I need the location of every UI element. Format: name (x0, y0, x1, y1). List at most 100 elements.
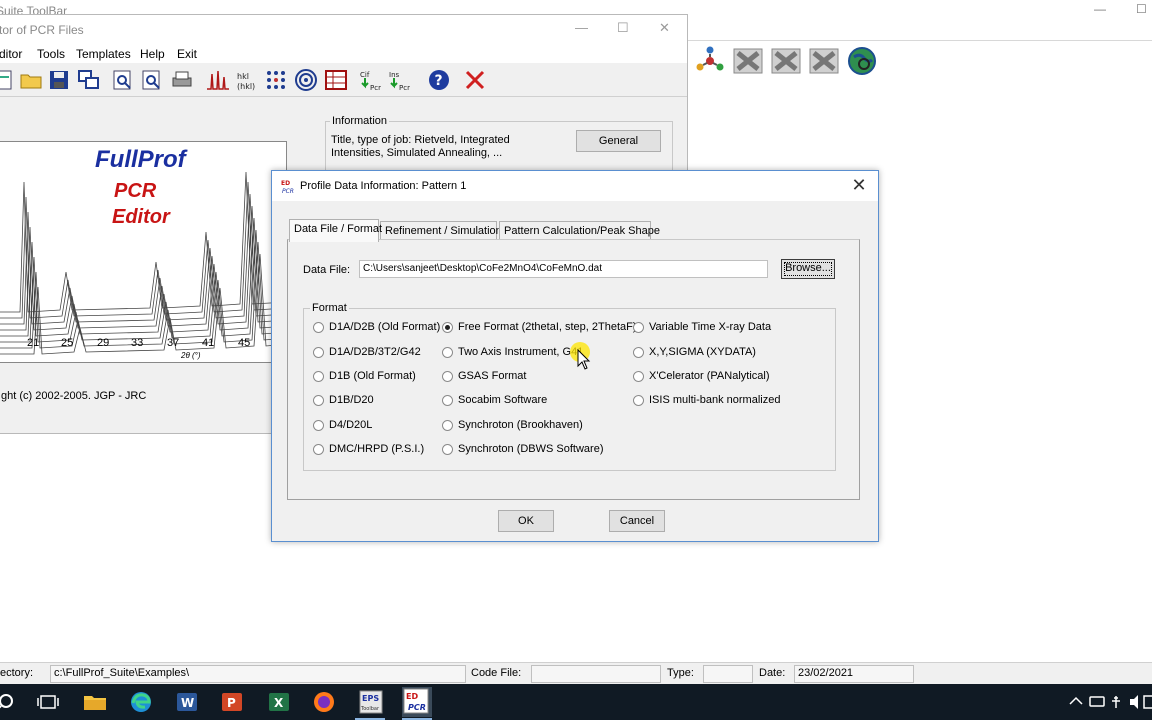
help-icon[interactable]: ? (427, 68, 451, 92)
svg-text:(hkl): (hkl) (237, 82, 255, 91)
file-explorer-icon[interactable] (81, 688, 109, 716)
close-icon[interactable]: ✕ (846, 174, 872, 198)
windows-icon[interactable] (77, 68, 101, 92)
pcr-editor-titlebar: tor of PCR Files — ☐ ✕ (0, 15, 687, 43)
globe-icon[interactable] (846, 45, 878, 77)
menu-tools[interactable]: Tools (37, 47, 65, 61)
hkl-icon[interactable]: hkl (hkl) (235, 68, 259, 92)
format-group: Format D1A/D2B (Old Format) D1A/D2B/3T2/… (303, 302, 836, 471)
maximize-icon[interactable]: ☐ (1136, 2, 1147, 16)
tab-refinement-simulation[interactable]: Refinement / Simulation (380, 221, 502, 241)
menu-help[interactable]: Help (140, 47, 165, 61)
minimize-icon[interactable]: — (575, 20, 588, 35)
ins-pcr-icon[interactable]: Ins Pcr (388, 68, 412, 92)
data-file-input[interactable]: C:\Users\sanjeet\Desktop\CoFe2MnO4\CoFeM… (359, 260, 768, 278)
edge-icon[interactable] (127, 688, 155, 716)
svg-text:Toolbar: Toolbar (360, 706, 380, 712)
browse-button[interactable]: Browse... (781, 259, 835, 279)
radio-dot (313, 444, 324, 455)
radio-dot (313, 420, 324, 431)
code-file-label: Code File: (471, 667, 522, 679)
svg-text:Cif: Cif (360, 71, 370, 79)
menu-editor[interactable]: ditor (0, 47, 22, 61)
radio-label: D4/D20L (329, 419, 373, 431)
network-icon (1112, 696, 1120, 708)
date-label: Date: (759, 667, 786, 679)
radio-label: Synchroton (Brookhaven) (458, 419, 583, 431)
maximize-icon[interactable]: ☐ (617, 20, 629, 36)
suite-divider (688, 40, 1152, 41)
axis-tick: 45 (238, 337, 251, 349)
radio-dot (442, 444, 453, 455)
powerpoint-icon[interactable]: P (218, 688, 246, 716)
eps-toolbar-icon[interactable]: EPS Toolbar (357, 688, 385, 716)
radio-label: D1A/D2B (Old Format) (329, 321, 441, 333)
excel-icon[interactable]: X (265, 688, 293, 716)
radio-label: Synchroton (DBWS Software) (458, 443, 604, 455)
svg-text:Pcr: Pcr (399, 84, 410, 92)
radio-label: Socabim Software (458, 394, 548, 406)
battery-icon (1089, 696, 1105, 707)
exit-icon[interactable] (463, 68, 487, 92)
axis-tick: 37 (167, 337, 180, 349)
printer-icon[interactable] (170, 68, 194, 92)
open-folder-icon[interactable] (19, 68, 43, 92)
atoms-icon[interactable] (694, 45, 726, 77)
pcr-menubar: ditor Tools Templates Help Exit (0, 43, 687, 63)
axis-tick: 41 (202, 337, 215, 349)
svg-text:Ins: Ins (389, 71, 400, 79)
svg-text:hkl: hkl (237, 72, 249, 81)
suite-window-controls: — ☐ (1072, 0, 1152, 22)
pcr-toolbar: hkl (hkl) Cif Pcr Ins Pcr ? (0, 63, 687, 97)
format-legend: Format (310, 302, 349, 314)
word-icon[interactable]: W (173, 688, 201, 716)
radio-label: X,Y,SIGMA (XYDATA) (649, 346, 756, 358)
firefox-icon[interactable] (310, 688, 338, 716)
rings-icon[interactable] (294, 68, 318, 92)
suite-toolbar-icons (694, 44, 878, 78)
directory-label: ectory: (0, 667, 34, 679)
radio-label: D1B (Old Format) (329, 370, 416, 382)
radio-label: ISIS multi-bank normalized (649, 394, 781, 406)
new-file-icon[interactable] (0, 68, 17, 92)
zoom-file-icon[interactable] (140, 68, 164, 92)
tool-x-icon[interactable] (808, 45, 840, 77)
fullprof-logo-panel: FullProf PCR Editor (0, 141, 287, 363)
lattice-icon[interactable] (264, 68, 288, 92)
search-icon[interactable] (0, 688, 22, 716)
directory-value: c:\FullProf_Suite\Examples\ (54, 667, 190, 679)
svg-text:ED: ED (406, 692, 418, 701)
radio-dot (442, 395, 453, 406)
general-button[interactable]: General (576, 130, 661, 152)
table-icon[interactable] (324, 68, 348, 92)
cancel-button[interactable]: Cancel (609, 510, 665, 532)
taskbar: W P X EPS Toolbar ED PCR (0, 684, 1152, 720)
minimize-icon[interactable]: — (1094, 2, 1106, 16)
cif-pcr-icon[interactable]: Cif Pcr (359, 68, 383, 92)
zoom-pcr-icon[interactable] (111, 68, 135, 92)
tool-x-icon[interactable] (770, 45, 802, 77)
volume-icon (1130, 695, 1138, 709)
svg-text:PCR: PCR (282, 188, 294, 194)
radio-label: GSAS Format (458, 370, 527, 382)
close-icon[interactable]: ✕ (659, 20, 670, 36)
task-view-icon[interactable] (34, 688, 62, 716)
logo-editor-text: Editor (112, 206, 170, 228)
svg-text:EPS: EPS (362, 694, 379, 703)
code-file-field (531, 665, 661, 683)
tool-x-icon[interactable] (732, 45, 764, 77)
ed-pcr-icon[interactable]: ED PCR (402, 687, 432, 717)
pattern-plot-icon[interactable] (206, 68, 230, 92)
svg-text:P: P (227, 696, 236, 710)
save-icon[interactable] (47, 68, 71, 92)
svg-text:ED: ED (281, 180, 290, 187)
menu-exit[interactable]: Exit (177, 47, 197, 61)
menu-templates[interactable]: Templates (76, 47, 131, 61)
ok-button[interactable]: OK (498, 510, 554, 532)
axis-tick: 25 (61, 337, 74, 349)
radio-label: Free Format (2thetaI, step, 2ThetaF) (458, 321, 637, 333)
svg-text:X: X (274, 696, 284, 710)
radio-label: Variable Time X-ray Data (649, 321, 772, 333)
tab-pattern-calculation[interactable]: Pattern Calculation/Peak Shape (499, 221, 660, 241)
tab-data-file-format[interactable]: Data File / Format (289, 219, 382, 242)
